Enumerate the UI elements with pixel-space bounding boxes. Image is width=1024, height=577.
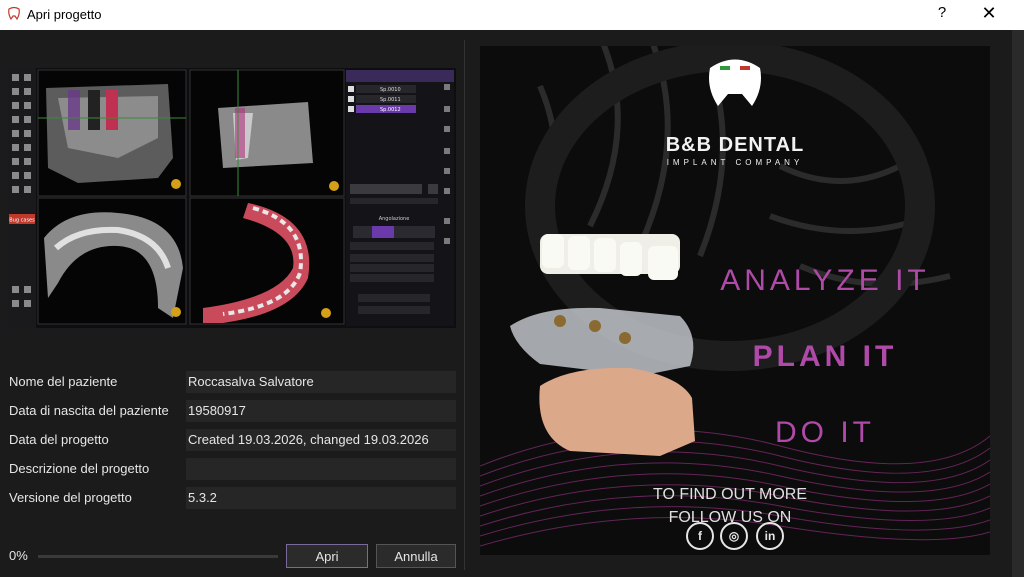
panel-divider (464, 40, 465, 570)
ad-line-plan: PLAN IT (752, 340, 898, 373)
patient-birthdate-field: 19580917 (186, 400, 456, 422)
facebook-icon[interactable]: f (686, 522, 714, 550)
instagram-icon[interactable]: ◎ (720, 522, 748, 550)
preview-list-item-2: Sp.0011 (380, 97, 401, 103)
ad-artwork (480, 46, 990, 547)
patient-name-label: Nome del paziente (9, 374, 118, 389)
project-description-label: Descrizione del progetto (9, 461, 150, 476)
project-description-field (186, 458, 456, 480)
preview-list-item-3: Sp.0012 (380, 107, 401, 113)
ad-line-do: DO IT (775, 416, 875, 449)
progress-label: 0% (9, 548, 28, 563)
preview-list-item-1: Sp.0010 (380, 87, 401, 93)
project-preview-image: Bug cases Sp.0010 Sp.0011 Sp.0012 Angola… (8, 68, 456, 328)
window-title: Apri progetto (27, 7, 102, 22)
tooth-app-icon (8, 6, 20, 21)
implant-crowns-render (540, 234, 680, 280)
open-button[interactable]: Apri (286, 544, 368, 568)
preview-section-label: Angolazione (379, 216, 410, 222)
project-version-field: 5.3.2 (186, 487, 456, 509)
close-button[interactable]: ✕ (978, 3, 1000, 25)
ad-brand: B&B DENTAL (665, 134, 805, 156)
help-button[interactable]: ? (933, 4, 951, 26)
project-date-label: Data del progetto (9, 432, 109, 447)
dialog-body: Bug cases Sp.0010 Sp.0011 Sp.0012 Angola… (0, 30, 1024, 577)
ad-line-analyze: ANALYZE IT (720, 264, 930, 297)
patient-birthdate-label: Data di nascita del paziente (9, 403, 169, 418)
advertisement-banner[interactable]: B&B DENTAL IMPLANT COMPANY ANALYZE IT PL… (480, 46, 990, 555)
progress-bar (38, 555, 278, 558)
title-bar: Apri progetto ? ✕ (0, 0, 1024, 30)
patient-name-field: Roccasalva Salvatore (186, 371, 456, 393)
project-date-field: Created 19.03.2026, changed 19.03.2026 (186, 429, 456, 451)
project-version-label: Versione del progetto (9, 490, 132, 505)
preview-sidebar-button: Bug cases (9, 218, 35, 224)
ad-cta-find-out: TO FIND OUT MORE (652, 486, 808, 503)
ad-tagline: IMPLANT COMPANY (666, 158, 804, 167)
background-window-edge (1012, 30, 1024, 577)
preview-render: Bug cases Sp.0010 Sp.0011 Sp.0012 Angola… (8, 68, 454, 328)
linkedin-icon[interactable]: in (756, 522, 784, 550)
cancel-button[interactable]: Annulla (376, 544, 456, 568)
